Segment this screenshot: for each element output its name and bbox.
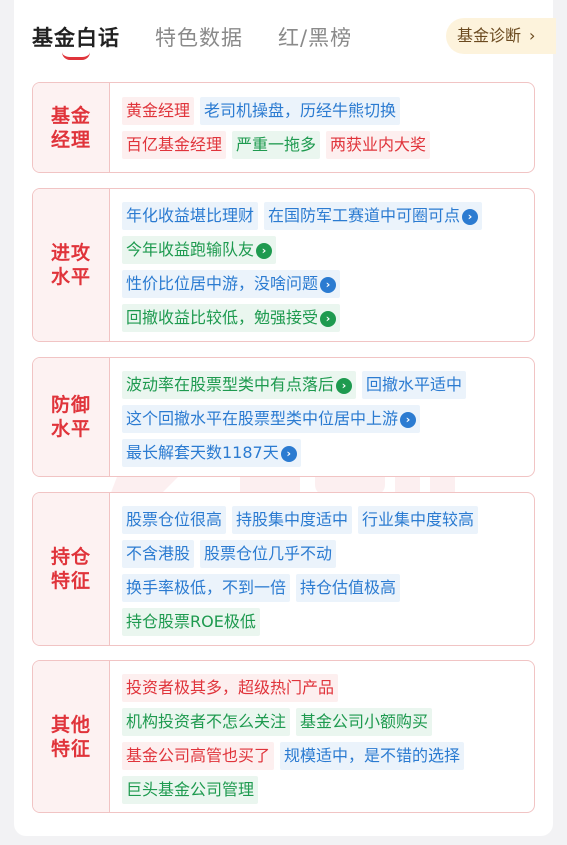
tab-fund-plain-talk[interactable]: 基金白话 xyxy=(32,22,120,52)
chevron-right-circle-icon: › xyxy=(280,446,297,462)
tag-text: 波动率在股票型类中有点落后 xyxy=(126,375,335,394)
tag: 老司机操盘，历经牛熊切换 xyxy=(200,97,401,125)
tag-text: 老司机操盘，历经牛熊切换 xyxy=(204,101,397,120)
fund-diagnosis-button[interactable]: 基金诊断 › xyxy=(446,18,556,54)
tag: 黄金经理 xyxy=(122,97,195,125)
section-other-features: 其他 特征 投资者极其多，超级热门产品 机构投资者不怎么关注 基金公司小额购买 基金公司… xyxy=(32,660,535,813)
tag-with-detail-link[interactable]: 波动率在股票型类中有点落后 › xyxy=(122,371,357,399)
tag: 严重一拖多 xyxy=(232,131,321,159)
tag: 基金公司小额购买 xyxy=(296,708,433,736)
chevron-right-circle-icon: › xyxy=(462,209,479,225)
tag: 持仓股票ROE极低 xyxy=(122,608,260,636)
tag-row: 年化收益堪比理财 在国防军工赛道中可圈可点 › xyxy=(122,202,488,230)
tag-text: 这个回撤水平在股票型类中位居中上游 xyxy=(126,409,399,428)
tag-row: 黄金经理 老司机操盘，历经牛熊切换 xyxy=(122,97,406,125)
tag: 年化收益堪比理财 xyxy=(122,202,259,230)
tag-text: 在国防军工赛道中可圈可点 xyxy=(268,206,461,225)
tab-feature-data[interactable]: 特色数据 xyxy=(155,22,243,52)
chevron-right-circle-icon: › xyxy=(336,378,353,394)
tag-with-detail-link[interactable]: 回撤收益比较低，勉强接受 › xyxy=(122,304,341,332)
tab-bar: 基金白话 特色数据 红/黑榜 基金诊断 › xyxy=(0,0,567,70)
tag: 回撤水平适中 xyxy=(362,371,467,399)
tag: 机构投资者不怎么关注 xyxy=(122,708,291,736)
section-label: 其他 特征 xyxy=(33,661,110,812)
tag-with-detail-link[interactable]: 性价比位居中游，没啥问题 › xyxy=(122,270,341,298)
tag-with-detail-link[interactable]: 最长解套天数1187天 › xyxy=(122,439,301,467)
tag: 巨头基金公司管理 xyxy=(122,776,259,804)
tag-row: 百亿基金经理 严重一拖多 两获业内大奖 xyxy=(122,131,436,159)
tag-with-detail-link[interactable]: 这个回撤水平在股票型类中位居中上游 › xyxy=(122,405,421,433)
tag-text: 换手率极低，不到一倍 xyxy=(126,578,287,597)
tag-text: 严重一拖多 xyxy=(236,135,317,154)
tag-row: 机构投资者不怎么关注 基金公司小额购买 xyxy=(122,708,438,736)
tag-text: 巨头基金公司管理 xyxy=(126,780,255,799)
tag-with-detail-link[interactable]: 今年收益跑输队友 › xyxy=(122,236,277,264)
section-fund-manager: 基金 经理 黄金经理 老司机操盘，历经牛熊切换百亿基金经理 严重一拖多 两获业内大奖 xyxy=(32,82,535,173)
fund-diagnosis-label: 基金诊断 xyxy=(457,26,522,45)
tag-row: 持仓股票ROE极低 xyxy=(122,608,266,636)
tag-text: 百亿基金经理 xyxy=(126,135,223,154)
tag-text: 黄金经理 xyxy=(126,101,191,120)
tag-text: 回撤收益比较低，勉强接受 xyxy=(126,308,319,327)
tag: 换手率极低，不到一倍 xyxy=(122,574,291,602)
tag-text: 行业集中度较高 xyxy=(362,510,475,529)
active-tab-indicator xyxy=(62,52,90,60)
tag: 股票仓位几乎不动 xyxy=(200,540,337,568)
tag-row: 这个回撤水平在股票型类中位居中上游 › xyxy=(122,405,426,433)
tag-row: 换手率极低，不到一倍 持仓估值极高 xyxy=(122,574,406,602)
tag-with-detail-link[interactable]: 在国防军工赛道中可圈可点 › xyxy=(264,202,483,230)
tag-row: 基金公司高管也买了 规模适中，是不错的选择 xyxy=(122,742,470,770)
tag-text: 规模适中，是不错的选择 xyxy=(284,746,461,765)
tag: 股票仓位很高 xyxy=(122,506,227,534)
section-offense-level: 进攻 水平 年化收益堪比理财 在国防军工赛道中可圈可点 › 今年收益跑输队友 › 性价比位居… xyxy=(32,188,535,342)
tag-text: 基金公司小额购买 xyxy=(300,712,429,731)
tag: 规模适中，是不错的选择 xyxy=(280,742,465,770)
tag-row: 回撤收益比较低，勉强接受 › xyxy=(122,304,346,332)
tag-text: 投资者极其多，超级热门产品 xyxy=(126,678,335,697)
tag-text: 回撤水平适中 xyxy=(366,375,463,394)
tag-row: 股票仓位很高 持股集中度适中 行业集中度较高 xyxy=(122,506,484,534)
tag: 持仓估值极高 xyxy=(296,574,401,602)
tag-row: 波动率在股票型类中有点落后 › 回撤水平适中 xyxy=(122,371,472,399)
tag-row: 投资者极其多，超级热门产品 xyxy=(122,674,344,702)
section-label: 防御 水平 xyxy=(33,358,110,476)
tag: 投资者极其多，超级热门产品 xyxy=(122,674,339,702)
tag-text: 持股集中度适中 xyxy=(236,510,349,529)
chevron-right-circle-icon: › xyxy=(400,412,417,428)
tag-row: 性价比位居中游，没啥问题 › xyxy=(122,270,346,298)
tag-text: 机构投资者不怎么关注 xyxy=(126,712,287,731)
section-label: 持仓 特征 xyxy=(33,493,110,645)
chevron-right-circle-icon: › xyxy=(320,311,337,327)
tag: 百亿基金经理 xyxy=(122,131,227,159)
tag: 不含港股 xyxy=(122,540,195,568)
tag-text: 持仓估值极高 xyxy=(300,578,397,597)
tag-row: 巨头基金公司管理 xyxy=(122,776,264,804)
tag-row: 最长解套天数1187天 › xyxy=(122,439,307,467)
tag-row: 不含港股 股票仓位几乎不动 xyxy=(122,540,342,568)
tab-red-black-list[interactable]: 红/黑榜 xyxy=(278,22,352,52)
section-defense-level: 防御 水平 波动率在股票型类中有点落后 › 回撤水平适中 这个回撤水平在股票型类中位居中… xyxy=(32,357,535,477)
tag-text: 不含港股 xyxy=(126,544,191,563)
tag-text: 最长解套天数1187天 xyxy=(126,443,279,462)
tag: 持股集中度适中 xyxy=(232,506,353,534)
tag: 基金公司高管也买了 xyxy=(122,742,275,770)
chevron-right-circle-icon: › xyxy=(320,277,337,293)
tag-text: 基金公司高管也买了 xyxy=(126,746,271,765)
tag: 行业集中度较高 xyxy=(358,506,479,534)
tag-text: 两获业内大奖 xyxy=(330,135,427,154)
tag-text: 今年收益跑输队友 xyxy=(126,240,255,259)
tag-text: 性价比位居中游，没啥问题 xyxy=(126,274,319,293)
tag-text: 年化收益堪比理财 xyxy=(126,206,255,225)
tag-text: 持仓股票ROE极低 xyxy=(126,612,256,631)
tag-text: 股票仓位很高 xyxy=(126,510,223,529)
section-holding-features: 持仓 特征 股票仓位很高 持股集中度适中 行业集中度较高 不含港股 股票仓位几乎不动 换手率… xyxy=(32,492,535,646)
chevron-right-icon: › xyxy=(529,26,536,45)
tag-text: 股票仓位几乎不动 xyxy=(204,544,333,563)
section-label: 基金 经理 xyxy=(33,83,110,172)
tag-row: 今年收益跑输队友 › xyxy=(122,236,282,264)
tag: 两获业内大奖 xyxy=(326,131,431,159)
chevron-right-circle-icon: › xyxy=(256,243,273,259)
section-label: 进攻 水平 xyxy=(33,189,110,341)
